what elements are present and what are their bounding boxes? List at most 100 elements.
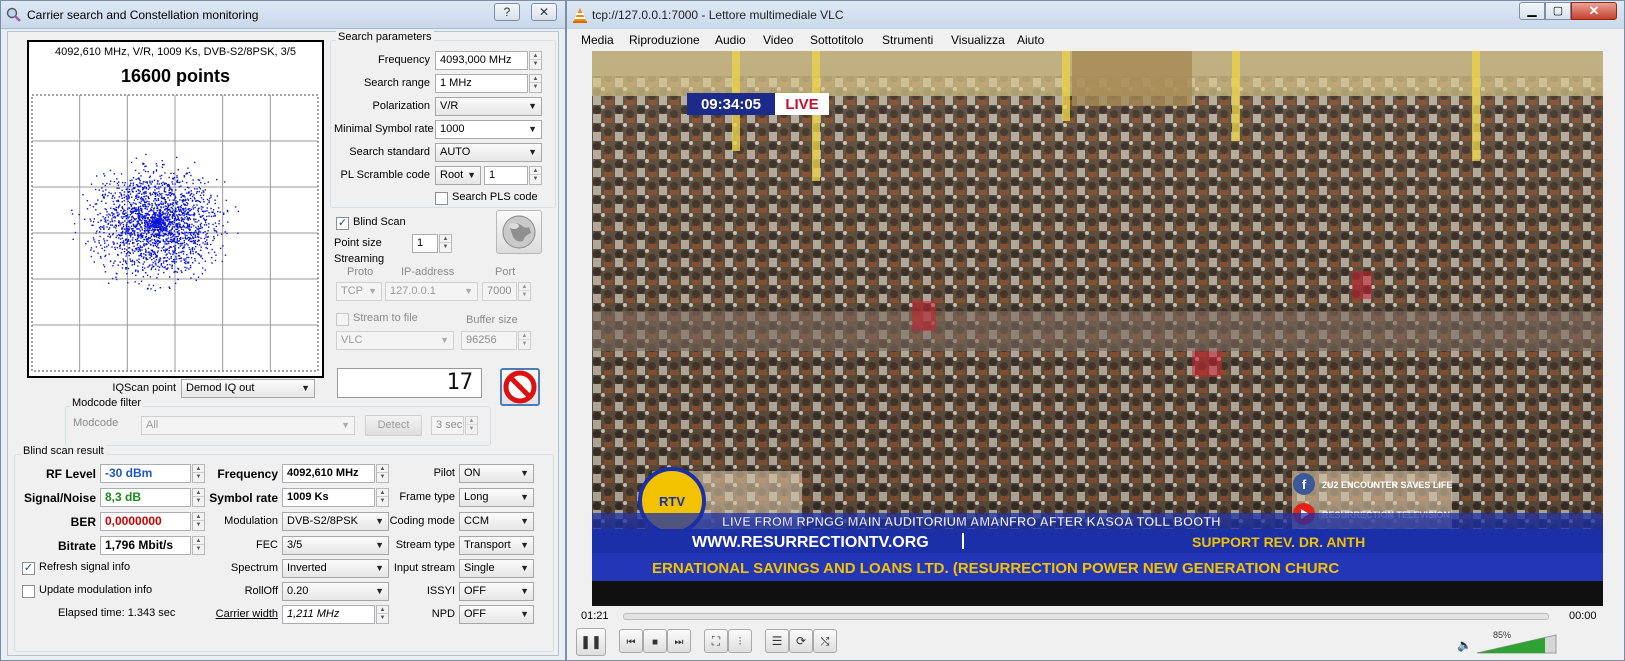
input-stream-select[interactable]: Single ▼ <box>459 559 534 578</box>
range-input[interactable]: 1 MHz <box>435 74 528 93</box>
proto-header: Proto <box>347 266 374 278</box>
modulation-select[interactable]: DVB-S2/8PSK ▼ <box>282 512 389 531</box>
buffer-size-spinner[interactable]: ▲ ▼ <box>518 331 531 350</box>
sliders-icon: ⫶ <box>738 636 742 648</box>
frame-type-select[interactable]: Long ▼ <box>459 488 534 507</box>
playlist-button[interactable]: ☰ <box>765 629 789 653</box>
help-button[interactable]: ? <box>494 3 520 21</box>
loop-button[interactable]: ⟳ <box>789 629 813 653</box>
ip-value: 127.0.0.1 <box>390 285 436 297</box>
npd-label: NPD <box>431 608 455 620</box>
buffer-size-input[interactable]: 96256 <box>461 331 517 350</box>
refresh-signal-checkbox[interactable]: ✓ <box>22 562 35 575</box>
streaming-title: Streaming <box>334 253 385 265</box>
minimize-button[interactable]: ▁ <box>1519 2 1545 20</box>
npd-select[interactable]: OFF ▼ <box>459 605 534 624</box>
facebook-icon: f <box>1302 477 1307 492</box>
skip-forward-icon: ⏭ <box>674 637 684 648</box>
close-button[interactable]: ✕ <box>531 3 557 21</box>
frequency-input[interactable]: 4093,000 MHz <box>435 51 528 70</box>
stop-playback-button[interactable]: ■ <box>643 629 667 653</box>
constellation-panel: 4092,610 MHz, V/R, 1009 Ks, DVB-S2/8PSK,… <box>27 40 324 378</box>
next-button[interactable]: ⏭ <box>667 629 691 653</box>
menu-sottotitolo[interactable]: Sottotitolo <box>810 33 863 47</box>
shuffle-button[interactable]: ⤭ <box>813 629 837 653</box>
port-input[interactable]: 7000 <box>482 282 517 301</box>
detect-interval-input[interactable]: 3 sec <box>431 416 464 435</box>
modcode-select[interactable]: All ▼ <box>141 416 355 435</box>
standard-select[interactable]: AUTO ▼ <box>435 143 542 162</box>
menu-video[interactable]: Video <box>763 33 793 47</box>
update-modulation-checkbox[interactable] <box>22 585 35 598</box>
detect-interval-spinner[interactable]: ▲ ▼ <box>465 416 478 435</box>
volume-slider[interactable] <box>1477 634 1557 654</box>
globe-button[interactable] <box>496 210 542 254</box>
carrier-width-link[interactable]: Carrier width <box>204 608 278 620</box>
pilot-select[interactable]: ON ▼ <box>459 464 534 483</box>
menu-riproduzione[interactable]: Riproduzione <box>629 33 700 47</box>
maximize-button[interactable]: ▢ <box>1545 2 1571 20</box>
chevron-down-icon: ▼ <box>440 335 449 345</box>
fec-select[interactable]: 3/5 ▼ <box>282 536 389 555</box>
chevron-down-icon: ▼ <box>520 516 529 526</box>
search-pls-checkbox[interactable] <box>435 192 448 205</box>
blind-scan-checkbox[interactable]: ✓ <box>336 217 349 230</box>
menu-audio[interactable]: Audio <box>715 33 746 47</box>
modcode-label: Modcode <box>73 417 119 429</box>
polarization-select[interactable]: V/R ▼ <box>435 97 542 116</box>
menu-media[interactable]: Media <box>581 33 614 47</box>
port-spinner[interactable]: ▲ ▼ <box>518 282 531 301</box>
pl-code-spinner[interactable]: ▲ ▼ <box>529 166 542 185</box>
point-size-spinner[interactable]: ▲ ▼ <box>439 234 452 253</box>
range-spinner[interactable]: ▲ ▼ <box>529 74 542 93</box>
menu-strumenti[interactable]: Strumenti <box>882 33 933 47</box>
previous-button[interactable]: ⏮ <box>619 629 643 653</box>
constellation-header: 4092,610 MHz, V/R, 1009 Ks, DVB-S2/8PSK,… <box>55 46 296 58</box>
coding-mode-select[interactable]: CCM ▼ <box>459 512 534 531</box>
menu-aiuto[interactable]: Aiuto <box>1017 33 1044 47</box>
close-icon: ✕ <box>1588 3 1600 18</box>
stream-type-select[interactable]: Transport ▼ <box>459 536 534 555</box>
rolloff-select[interactable]: 0.20 ▼ <box>282 582 389 601</box>
proto-select[interactable]: TCP ▼ <box>336 282 382 301</box>
spectrum-select[interactable]: Inverted ▼ <box>282 559 389 578</box>
carrier-width-value: 1,211 MHz <box>282 605 375 624</box>
menu-visualizza[interactable]: Visualizza <box>951 33 1005 47</box>
chevron-down-icon: ▼ <box>528 147 537 157</box>
stream-to-file-checkbox[interactable] <box>336 313 349 326</box>
chevron-down-icon: ▼ <box>368 286 377 296</box>
speaker-icon[interactable]: 🔈 <box>1457 638 1472 652</box>
overlay-clock: 09:34:05 <box>701 96 761 113</box>
left-window-title: Carrier search and Constellation monitor… <box>27 8 259 22</box>
iqscan-select[interactable]: Demod IQ out ▼ <box>181 379 315 398</box>
fullscreen-button[interactable]: ⛶ <box>704 629 728 653</box>
rf-level-text: -30 dBm <box>105 466 153 480</box>
frequency-spinner[interactable]: ▲ ▼ <box>529 51 542 70</box>
seek-bar[interactable] <box>623 613 1549 620</box>
extended-settings-button[interactable]: ⫶ <box>728 629 752 653</box>
ber-value: 0,0000000 <box>100 512 191 531</box>
issyi-select[interactable]: OFF ▼ <box>459 582 534 601</box>
chevron-down-icon: ▼ <box>520 609 529 619</box>
playlist-icon: ☰ <box>771 634 783 648</box>
refresh-signal-label: Refresh signal info <box>39 561 131 573</box>
detect-button[interactable]: Detect <box>365 415 422 436</box>
issyi-label: ISSYI <box>426 585 455 597</box>
pause-button[interactable]: ❚❚ <box>576 628 606 656</box>
pl-code-input[interactable]: 1 <box>484 166 528 185</box>
chevron-down-icon: ▼ <box>520 586 529 596</box>
video-area[interactable]: 09:34:05 LIVE f 2U2 ENCOUNTER SAVES LIFE… <box>592 51 1603 606</box>
polarization-value: V/R <box>440 100 459 112</box>
pl-mode-value: Root <box>440 169 464 181</box>
pl-mode-select[interactable]: Root ▼ <box>435 166 481 185</box>
stop-button[interactable] <box>500 368 540 406</box>
chevron-down-icon: ▼ <box>341 420 350 430</box>
min-sr-select[interactable]: 1000 ▼ <box>435 120 542 139</box>
elapsed-time-label: 01:21 <box>581 610 609 622</box>
player-select[interactable]: VLC ▼ <box>336 331 454 350</box>
point-size-input[interactable]: 1 <box>412 234 438 253</box>
vlc-close-button[interactable]: ✕ <box>1571 2 1617 20</box>
min-sr-value: 1000 <box>440 123 465 135</box>
social-fb-text: 2U2 ENCOUNTER SAVES LIFE <box>1322 480 1452 490</box>
ip-select[interactable]: 127.0.0.1 ▼ <box>385 282 478 301</box>
